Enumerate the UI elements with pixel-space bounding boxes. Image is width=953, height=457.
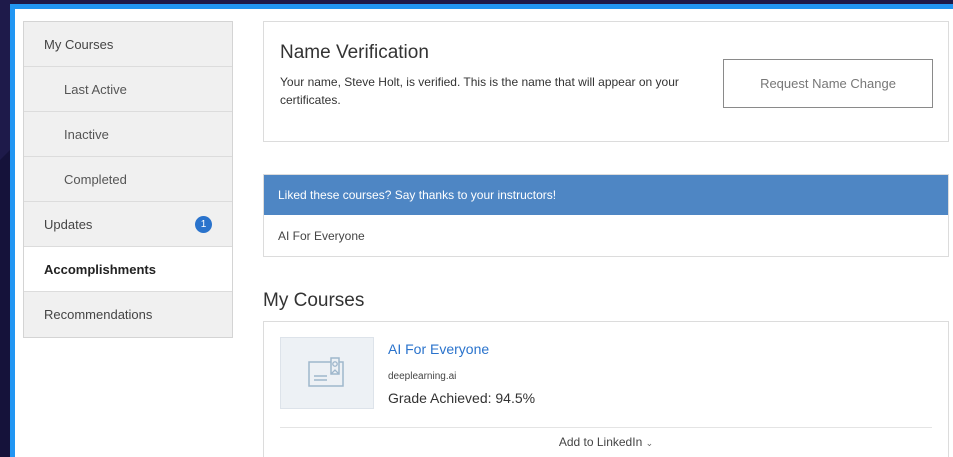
sidebar-item-accomplishments[interactable]: Accomplishments bbox=[24, 247, 232, 292]
course-grade: Grade Achieved: 94.5% bbox=[388, 390, 536, 406]
name-verification-card: Name Verification Your name, Steve Holt,… bbox=[263, 21, 949, 142]
course-divider bbox=[280, 427, 932, 428]
add-to-linkedin-button[interactable]: Add to LinkedIn ⌄ bbox=[264, 435, 948, 449]
sidebar-item-last-active[interactable]: Last Active bbox=[24, 67, 232, 112]
add-to-linkedin-label: Add to LinkedIn bbox=[558, 435, 643, 449]
sidebar-item-label: Recommendations bbox=[44, 307, 153, 322]
sidebar-item-my-courses[interactable]: My Courses bbox=[24, 22, 232, 67]
course-title-link[interactable]: AI For Everyone bbox=[388, 341, 489, 357]
sidebar-item-updates[interactable]: Updates 1 bbox=[24, 202, 232, 247]
sidebar-item-label: My Courses bbox=[44, 36, 114, 52]
sidebar-item-completed[interactable]: Completed bbox=[24, 157, 232, 202]
course-partner: deeplearning.ai bbox=[388, 371, 457, 382]
name-verification-title: Name Verification bbox=[280, 42, 429, 63]
sidebar-item-inactive[interactable]: Inactive bbox=[24, 112, 232, 157]
sidebar-item-recommendations[interactable]: Recommendations bbox=[24, 292, 232, 337]
thanks-course-item[interactable]: AI For Everyone bbox=[264, 215, 948, 257]
course-card: AI For Everyone deeplearning.ai Grade Ac… bbox=[263, 321, 949, 457]
sidebar-item-label: Completed bbox=[64, 171, 127, 187]
name-verification-description: Your name, Steve Holt, is verified. This… bbox=[280, 75, 679, 107]
chevron-down-icon: ⌄ bbox=[645, 438, 654, 448]
page-frame: My Courses Last Active Inactive Complete… bbox=[10, 4, 953, 457]
course-thumbnail[interactable] bbox=[280, 337, 374, 409]
thanks-instructors-card: Liked these courses? Say thanks to your … bbox=[263, 174, 949, 257]
certificate-icon bbox=[308, 357, 344, 387]
request-name-change-button[interactable]: Request Name Change bbox=[723, 59, 933, 108]
sidebar-item-label: Last Active bbox=[64, 81, 127, 97]
sidebar-item-label: Accomplishments bbox=[44, 261, 156, 277]
sidebar-nav: My Courses Last Active Inactive Complete… bbox=[23, 21, 233, 338]
updates-count-badge: 1 bbox=[195, 216, 212, 233]
my-courses-heading: My Courses bbox=[263, 290, 365, 311]
sidebar-item-label: Inactive bbox=[64, 126, 109, 142]
thanks-header: Liked these courses? Say thanks to your … bbox=[264, 175, 948, 215]
sidebar-item-label: Updates bbox=[44, 216, 93, 232]
